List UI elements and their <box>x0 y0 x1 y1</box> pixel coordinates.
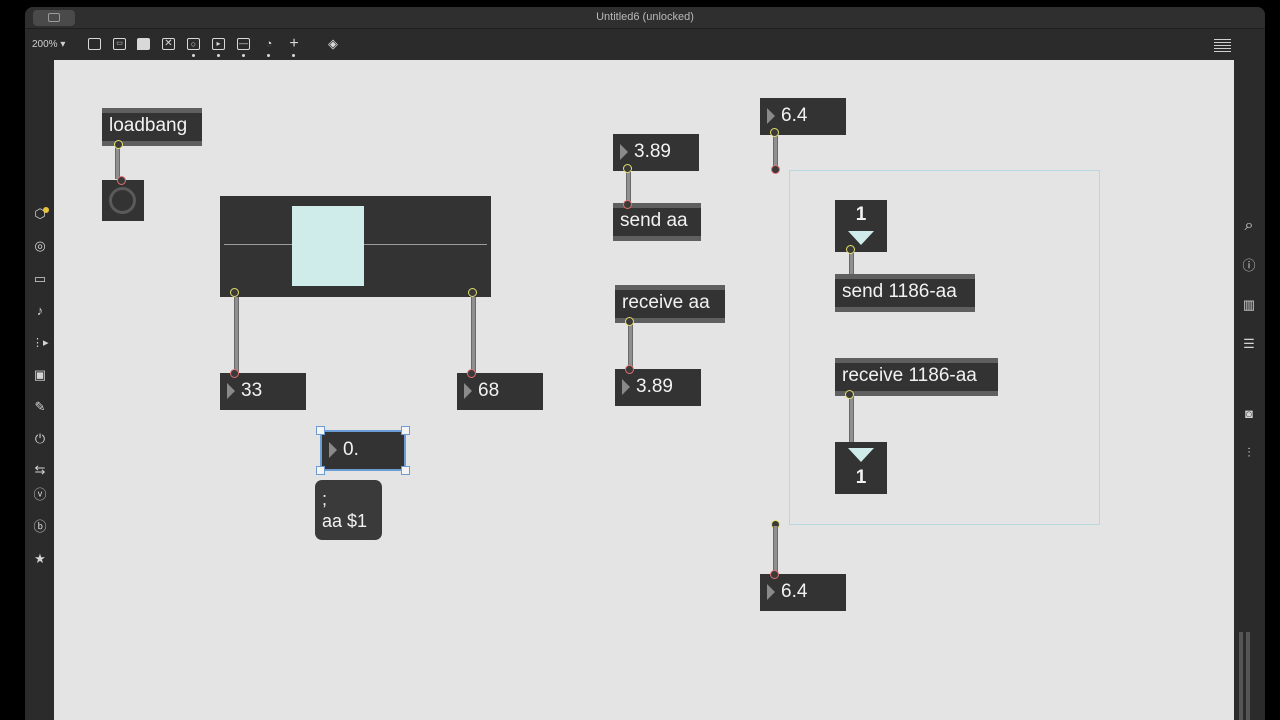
number-value: 68 <box>478 380 500 401</box>
paperclip-icon[interactable]: ✎ <box>32 399 48 415</box>
outlet-port[interactable] <box>846 245 855 254</box>
number-box-float[interactable]: 0. <box>322 432 404 469</box>
number-value: 3.89 <box>636 376 673 397</box>
number-value: 3.89 <box>634 141 671 162</box>
star-icon[interactable]: ★ <box>32 551 48 567</box>
b-badge-icon[interactable]: ⓑ <box>32 519 48 535</box>
receive-1186-object[interactable]: receive 1186-aa <box>835 358 998 399</box>
inlet-port[interactable] <box>770 570 779 579</box>
inlet-port[interactable] <box>230 369 239 378</box>
list-icon[interactable]: ☰ <box>1241 336 1257 352</box>
book-icon[interactable]: ▥ <box>1241 297 1257 313</box>
patch-cord[interactable] <box>471 297 476 375</box>
app-window-root: Untitled6 (unlocked) 200% ▾ ▭ ✕ ○ ▸ — ◔ … <box>0 0 1280 720</box>
level-meter-right <box>1246 632 1250 720</box>
inlet-port[interactable] <box>467 369 476 378</box>
object-label: receive aa <box>622 292 710 313</box>
object-label: receive 1186-aa <box>842 365 977 386</box>
info-icon[interactable]: ⓘ <box>1241 258 1257 274</box>
number-box-6.4-top[interactable]: 6.4 <box>760 98 846 137</box>
window-title: Untitled6 (unlocked) <box>596 11 694 23</box>
comment-icon[interactable] <box>137 37 151 51</box>
loop-icon[interactable]: ⇆ <box>32 462 48 478</box>
notification-badge <box>43 207 49 213</box>
add-icon[interactable]: + <box>287 36 301 57</box>
selection-handle[interactable] <box>401 466 410 475</box>
level-meter-left <box>1239 632 1243 720</box>
mixer-icon[interactable]: ⫶ <box>1241 445 1257 461</box>
inlet-tab-object[interactable]: 1 <box>835 200 887 254</box>
range-slider[interactable] <box>220 196 491 297</box>
new-message-icon[interactable]: ▭ <box>113 37 127 51</box>
outlet-port[interactable] <box>770 128 779 137</box>
object-label: send 1186-aa <box>842 281 957 302</box>
bang-icon[interactable]: ○ <box>187 37 201 57</box>
message-line-1: ; <box>322 489 328 509</box>
message-line-2: aa $1 <box>322 511 368 531</box>
tab-number: 1 <box>855 204 867 225</box>
inlet-port[interactable] <box>625 365 634 374</box>
inlet-port[interactable] <box>771 165 780 174</box>
bang-button[interactable] <box>102 176 144 221</box>
new-object-icon[interactable] <box>88 37 102 51</box>
inlet-port[interactable] <box>623 200 632 209</box>
outlet-port[interactable] <box>625 317 634 326</box>
sequence-icon[interactable]: ⋮▸ <box>32 335 49 351</box>
title-bar[interactable]: Untitled6 (unlocked) <box>25 7 1265 29</box>
outlet-port[interactable] <box>845 390 854 399</box>
camera-icon[interactable]: ◙ <box>1241 406 1257 422</box>
selection-handle[interactable] <box>316 426 325 435</box>
send-aa-object[interactable]: send aa <box>613 200 701 241</box>
number-box-68[interactable]: 68 <box>457 369 543 410</box>
loadbang-label: loadbang <box>109 115 188 136</box>
object-label: send aa <box>620 210 688 231</box>
search-icon[interactable]: ⌕ <box>1241 218 1257 234</box>
outlet-tab-object[interactable]: 1 <box>835 442 887 494</box>
outlet-port[interactable] <box>114 140 123 149</box>
selection-handle[interactable] <box>316 466 325 475</box>
paint-bucket-icon[interactable]: ◈ <box>326 37 340 51</box>
outlet-port[interactable] <box>230 288 239 297</box>
down-arrow-icon <box>848 448 874 462</box>
patcher-canvas[interactable]: loadbang 33 68 0. ; aa $1 3.89 send aa r… <box>54 60 1234 720</box>
number-box-3.89-bottom[interactable]: 3.89 <box>615 365 701 406</box>
patch-cord[interactable] <box>773 526 778 572</box>
target-icon[interactable]: ◎ <box>32 238 48 254</box>
down-arrow-icon <box>848 231 874 245</box>
plug-icon[interactable]: ⏻ <box>32 431 48 447</box>
toggle-icon[interactable]: ✕ <box>162 37 176 51</box>
image-icon[interactable]: ▣ <box>32 367 48 383</box>
receive-aa-object[interactable]: receive aa <box>615 285 725 326</box>
window-icon[interactable]: ▭ <box>32 271 48 287</box>
selection-handle[interactable] <box>401 426 410 435</box>
tab-number: 1 <box>855 467 867 488</box>
inlet-port[interactable] <box>117 176 126 185</box>
outlet-port[interactable] <box>623 164 632 173</box>
patcher-toolbar: 200% ▾ ▭ ✕ ○ ▸ — ◔ + ◈ <box>25 30 1265 60</box>
bang-circle <box>109 187 136 214</box>
outlet-port[interactable] <box>468 288 477 297</box>
patch-cord[interactable] <box>849 392 854 444</box>
number-box-33[interactable]: 33 <box>220 369 306 410</box>
music-note-icon[interactable]: ♪ <box>32 303 48 319</box>
patch-cord[interactable] <box>234 297 239 375</box>
number-value: 6.4 <box>781 105 808 126</box>
grid-icon[interactable] <box>1214 37 1231 52</box>
slider-handle[interactable] <box>292 206 364 286</box>
number-value: 0. <box>343 439 359 460</box>
playbar-icon[interactable]: ▸ <box>212 37 226 57</box>
zoom-dropdown[interactable]: 200% ▾ <box>32 39 65 50</box>
slider-icon[interactable]: — <box>237 37 251 57</box>
message-box[interactable]: ; aa $1 <box>315 480 382 540</box>
patcher-window: Untitled6 (unlocked) 200% ▾ ▭ ✕ ○ ▸ — ◔ … <box>25 7 1265 720</box>
v-badge-icon[interactable]: ⓥ <box>32 487 48 503</box>
dial-icon[interactable]: ◔ <box>262 37 276 57</box>
number-box-3.89-top[interactable]: 3.89 <box>613 134 699 173</box>
number-value: 33 <box>241 380 263 401</box>
number-value: 6.4 <box>781 581 808 602</box>
send-1186-object[interactable]: send 1186-aa <box>835 274 975 312</box>
number-box-6.4-bottom[interactable]: 6.4 <box>760 570 846 611</box>
